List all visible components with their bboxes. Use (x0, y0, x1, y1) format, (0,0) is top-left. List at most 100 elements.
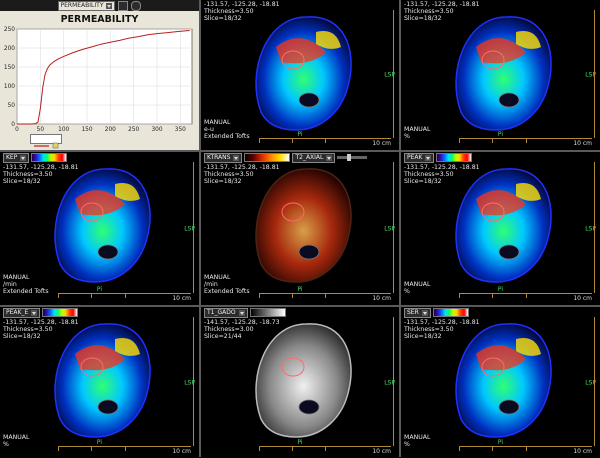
chevron-down-icon (238, 309, 245, 316)
viewport-kep[interactable]: KEP -131.57, -125.28, -18.81 Thickness=3… (0, 152, 199, 305)
viewport-peak-e[interactable]: PEAK_E -131.57, -125.28, -18.81 Thicknes… (0, 307, 199, 458)
map-dropdown-label: PEAK_E (6, 308, 29, 316)
underlay-dropdown-label: T2_AXIAL (295, 153, 324, 161)
x-tick-label: 350 (175, 127, 186, 133)
scale-tick (259, 294, 260, 298)
vertical-scale (594, 317, 598, 446)
graph-legend (30, 134, 62, 149)
slice-info: -131.57, -125.28, -18.81 Thickness=3.50 … (204, 1, 280, 22)
scale-label: 10 cm (172, 295, 191, 302)
scale-ruler: 10 cm (259, 293, 391, 303)
opacity-slider[interactable] (337, 154, 368, 161)
chevron-down-icon (233, 154, 240, 161)
scale-tick (91, 447, 93, 451)
scale-tick (91, 294, 93, 298)
graph-pane: PERMEABILITY PERMEABILITY 0 50 100 150 200 25… (0, 0, 199, 150)
scale-tick (259, 447, 260, 451)
map-dropdown-label: SER (407, 308, 419, 316)
viewport-ktrans[interactable]: KTRANS T2_AXIAL -131.57, -125.28, -18.81… (201, 152, 399, 305)
position-label: Pi (497, 131, 504, 138)
airway (298, 244, 320, 260)
x-tick-label: 50 (37, 127, 45, 133)
viewport-3[interactable]: -131.57, -125.28, -18.81 Thickness=3.50 … (401, 0, 600, 150)
anatomy-section (54, 168, 151, 283)
y-tick-label: 250 (4, 27, 15, 33)
calc-info: MANUAL % (3, 434, 30, 448)
viewport-toolbar: SER (404, 307, 469, 318)
colormap-bar[interactable] (436, 153, 473, 162)
x-tick-label: 200 (105, 127, 116, 133)
permeability-graph-panel[interactable]: PERMEABILITY PERMEABILITY 0 50 100 150 200 25… (0, 0, 199, 150)
scale-label: 10 cm (372, 295, 391, 302)
permeability-chart: 0 50 100 150 200 250 300 350 0 50 100 150 200 250 (4, 27, 193, 133)
colormap-bar[interactable] (244, 153, 291, 162)
slice-info: -131.57, -125.28, -18.81 Thickness=3.50 … (404, 319, 480, 340)
scale-ruler: 10 cm (259, 138, 391, 148)
map-dropdown[interactable]: SER (404, 307, 431, 318)
colormap-bar[interactable] (31, 153, 68, 162)
scale-label: 10 cm (372, 448, 391, 455)
chevron-down-icon (31, 309, 38, 316)
calc-info: MANUAL % (404, 126, 431, 140)
viewport-toolbar: KEP (3, 152, 68, 163)
position-label: Pi (96, 439, 103, 446)
airway (298, 399, 320, 415)
colormap-bar[interactable] (432, 308, 469, 317)
underlay-dropdown[interactable]: T2_AXIAL (292, 152, 336, 163)
viewport-toolbar: KTRANS T2_AXIAL (204, 152, 368, 163)
scale-ruler: 10 cm (459, 138, 592, 148)
slice-info: -131.57, -125.28, -18.81 Thickness=3.50 … (204, 164, 280, 185)
map-dropdown-label: KTRANS (207, 153, 231, 161)
viewport-toolbar: PEAK (404, 152, 473, 163)
scale-tick (325, 447, 326, 451)
vertical-scale (393, 10, 397, 138)
colormap-bar[interactable] (42, 308, 79, 317)
viewport-peak[interactable]: PEAK -131.57, -125.28, -18.81 Thickness=… (401, 152, 600, 305)
scale-ruler: 10 cm (459, 293, 592, 303)
calc-info: MANUAL /min Extended Tofts (204, 274, 250, 295)
chevron-down-icon (20, 154, 27, 161)
chevron-down-icon (326, 154, 333, 161)
airway (298, 92, 320, 108)
anatomy-section (255, 168, 352, 283)
position-label: Pi (497, 286, 504, 293)
map-dropdown[interactable]: KEP (3, 152, 30, 163)
calc-info: MANUAL % (404, 281, 431, 295)
x-tick-label: 250 (128, 127, 139, 133)
chevron-down-icon (425, 154, 432, 161)
vertical-scale (594, 10, 598, 138)
airway (498, 399, 520, 415)
anatomy-section (255, 16, 352, 131)
scale-tick (525, 294, 527, 298)
viewport-t1-gado[interactable]: T1_GADO -141.57, -125.28, -18.73 Thickne… (201, 307, 399, 458)
scale-tick (259, 139, 260, 143)
y-tick-label: 50 (8, 103, 16, 109)
scale-tick (459, 447, 460, 451)
map-dropdown[interactable]: PEAK_E (3, 307, 41, 318)
airway (97, 399, 119, 415)
scan-image[interactable] (401, 0, 600, 150)
scale-tick (325, 139, 326, 143)
viewport-toolbar: PEAK_E (3, 307, 79, 318)
scale-label: 10 cm (172, 448, 191, 455)
position-label: Pi (96, 286, 103, 293)
scale-tick (492, 294, 494, 298)
vertical-scale (193, 317, 197, 446)
map-dropdown[interactable]: T1_GADO (204, 307, 248, 318)
scale-label: 10 cm (372, 140, 391, 147)
viewport-ser[interactable]: SER -131.57, -125.28, -18.81 Thickness=3… (401, 307, 600, 458)
scale-tick (459, 139, 460, 143)
y-tick-label: 200 (4, 46, 15, 52)
scale-tick (58, 294, 59, 298)
y-tick-label: 0 (11, 122, 15, 128)
viewport-2[interactable]: -131.57, -125.28, -18.81 Thickness=3.50 … (201, 0, 399, 150)
map-dropdown[interactable]: KTRANS (204, 152, 243, 163)
map-dropdown-label: T1_GADO (207, 308, 236, 316)
slice-info: -131.57, -125.28, -18.81 Thickness=3.50 … (404, 164, 480, 185)
scale-tick (292, 294, 293, 298)
map-dropdown[interactable]: PEAK (404, 152, 435, 163)
scale-tick (292, 447, 293, 451)
calc-info: MANUAL % (404, 434, 431, 448)
scale-tick (58, 447, 59, 451)
colormap-bar[interactable] (249, 308, 286, 317)
